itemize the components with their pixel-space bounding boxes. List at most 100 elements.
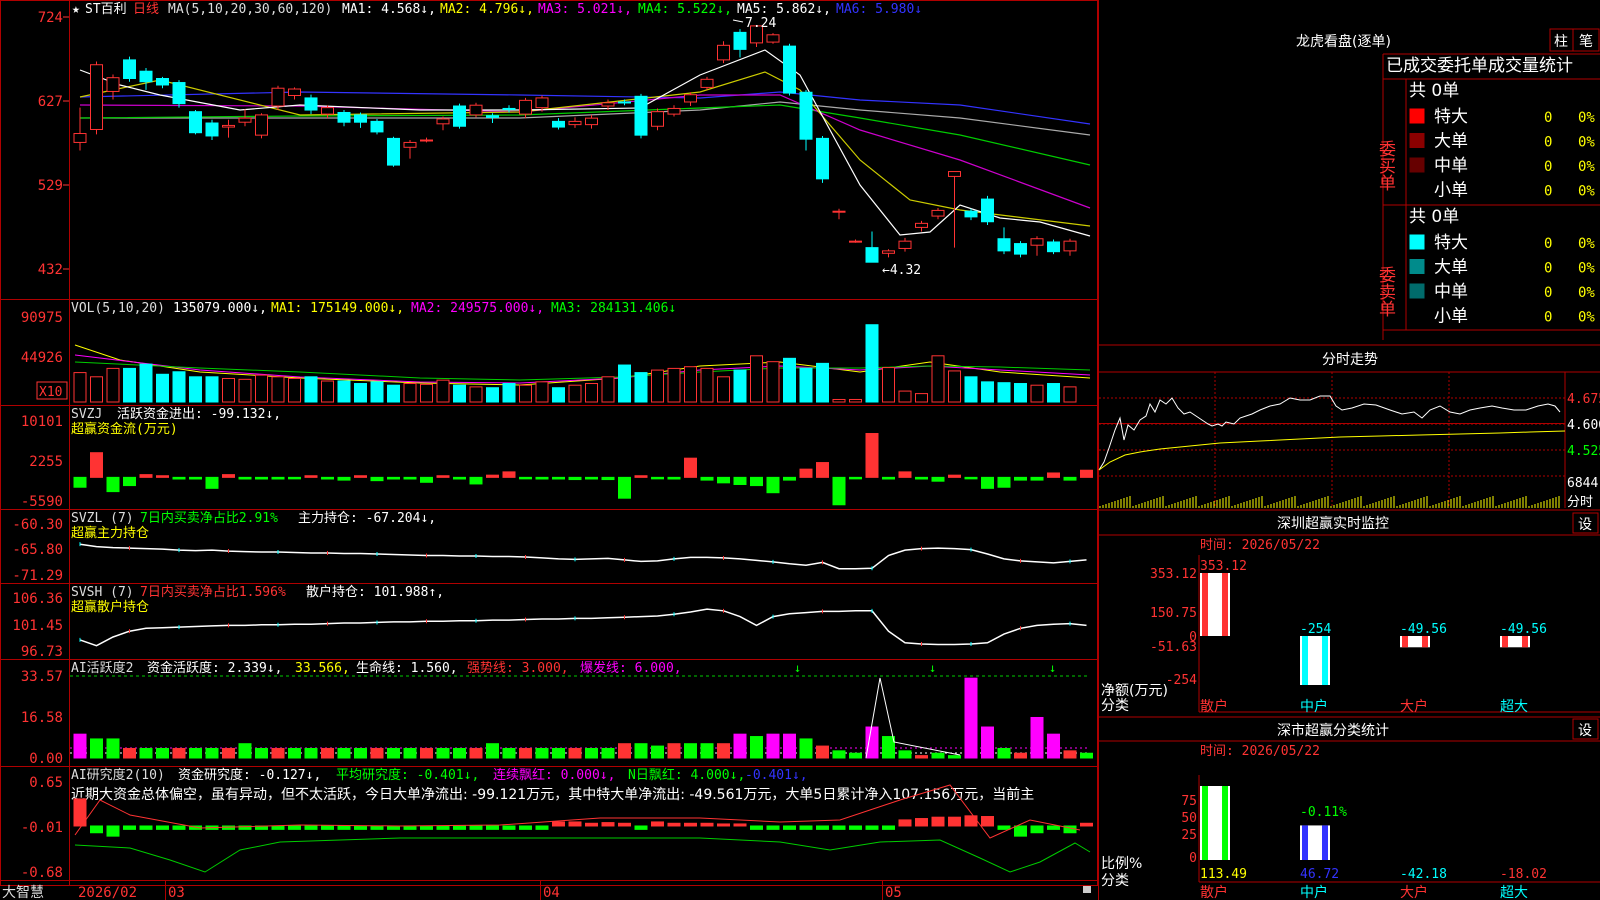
lhb-sell-row-swatch [1409,283,1425,299]
candle-body [321,107,334,115]
lhb-sell-row-value: 0 [1544,285,1552,301]
volume-bar-bar [585,383,598,403]
svzj-bar-bar [205,476,219,489]
svzj-bar-bar [238,476,252,480]
period-label[interactable]: 日线 [133,2,159,17]
ai-research-bar-bar [783,825,796,830]
svzj-bar-bar [403,476,417,480]
ai-research-bar-bar [766,825,780,830]
class-bar-value-label: -42.18 [1400,867,1447,882]
ai-research-blue: -0.401↓, [745,768,808,783]
high-annotation-arrow [732,19,744,23]
ai-research-bar-bar [931,816,945,827]
svzj-bar-bar [552,476,565,480]
lhb-buy-row-pct: 0% [1578,110,1595,126]
candle-body [568,120,582,126]
lhb-buy-row-label: 中单 [1434,156,1468,176]
bar-mode-label: 柱 [1554,34,1568,50]
candle-body [667,107,681,115]
svzj-bar-bar [535,476,549,480]
ai-research-bar-bar [948,816,961,827]
lhb-buy-label: 委买单 [1375,140,1396,191]
lhb-buy-row-value: 0 [1544,110,1552,126]
class-y-labels: 75 50 25 0 [1181,794,1197,866]
volume-bar-bar [106,367,120,403]
svzj-bar-bar [766,476,780,494]
ai-research-bar-bar [420,825,433,830]
down-arrow-icon: ↓ [929,661,936,675]
volume-bar-bar [981,381,994,403]
price-header: ★ ST百利 日线 MA(5,10,20,30,60,120) MA1: 4.5… [72,2,922,17]
ai-research-bar-bar [964,815,978,827]
monitor-category-label: 分类 [1101,698,1129,714]
svzj-bar-bar [618,476,631,499]
volume-ma3: MA3: 284131.406↓ [551,301,676,316]
ai-activity-bar-bar [420,747,433,759]
volume-header: VOL(5,10,20) 135079.000↓, MA1: 175149.00… [71,301,676,316]
ai-research-y-label: -0.68 [21,865,63,881]
volume-unit-badge: X10 [39,385,62,400]
ai-activity-bar-bar [849,752,862,759]
ai-activity-bar-bar [502,747,516,759]
svzj-bar-bar [981,476,994,489]
ai-activity-bar-bar [799,738,813,759]
lhb-sell-row-value: 0 [1544,236,1552,252]
price-y-label: 724 [38,10,63,26]
svzl-header: SVZL (7) 7日内买卖净占比2.91% 主力持仓: -67.204↓, 超… [71,510,436,541]
volume-bar-bar [172,371,186,403]
intraday-volume-label: 6844 [1567,476,1598,491]
candle-body [849,240,862,243]
stock-name: ST百利 [85,2,127,17]
svzj-bar-bar [189,476,202,480]
candle-body [931,209,945,217]
down-arrow-icon: ↓ [794,661,801,675]
volume-bar-bar [238,378,252,403]
favorite-star-icon[interactable]: ★ [72,2,80,17]
lhb-buy-row-pct: 0% [1578,184,1595,200]
svzj-bar-bar [783,476,796,481]
svzj-bar-bar [585,476,598,480]
ai-activity-bar-bar [832,750,846,759]
monitor-settings-label: 设 [1578,517,1592,533]
candle-body [139,70,153,83]
main-canvas: ★ ST百利 日线 MA(5,10,20,30,60,120) MA1: 4.5… [0,0,1600,900]
svzj-bar-bar [700,476,714,481]
candle-body [618,101,631,104]
volume-bar-bar [568,384,582,403]
candle-body [733,31,747,50]
candle-body [156,78,169,86]
svzj-bar-bar [717,476,730,484]
svsh-y-label: 96.73 [21,644,63,660]
ma1-value: MA1: 4.568↓, [342,2,436,17]
svzj-bar-bar [123,476,136,487]
class-bar-category-label: 散户 [1200,884,1228,900]
svzj-y-axis: 10101 2255 -5590 [21,414,63,510]
candle-body [1014,243,1027,255]
class-bar-value-label: -18.02 [1500,867,1547,882]
candles [73,25,1077,263]
class-ratio-label: 比例% [1101,856,1142,872]
svzl-line-group [79,542,1087,571]
candle-body [172,82,186,105]
volume-pane: VOL(5,10,20) 135079.000↓, MA1: 175149.00… [21,301,1091,403]
lock-icon[interactable] [1083,886,1091,893]
ai-activity-label: AI活跃度2 [71,660,133,676]
ai-research-bar-bar [156,825,169,830]
volume-bar-bar [139,363,153,403]
ai-research-bar-bar [1080,822,1093,827]
candle-body [634,95,648,136]
volume-bar-bar [667,367,681,403]
class-y-label: 75 [1181,794,1197,809]
svzj-bar-bar [486,474,499,478]
volume-bar-bar [799,367,813,403]
candle-body [453,105,466,127]
ai-research-bar-bar [799,825,813,830]
svzj-bar-bar [667,476,681,480]
volume-bar-bar [403,383,417,403]
candle-body [73,133,87,143]
class-bars: 113.49 散户 46.72 中户 -42.18 大户 -18.02 超大 -0.11% [1200,786,1547,900]
svzj-bar-bar [387,476,400,480]
monitor-bars-bar-edge [1402,636,1408,648]
svzj-bar-bar [568,476,582,481]
ai-activity-header: AI活跃度2 资金活跃度: 2.339↓, 33.566, 生命线: 1.560… [71,660,682,676]
